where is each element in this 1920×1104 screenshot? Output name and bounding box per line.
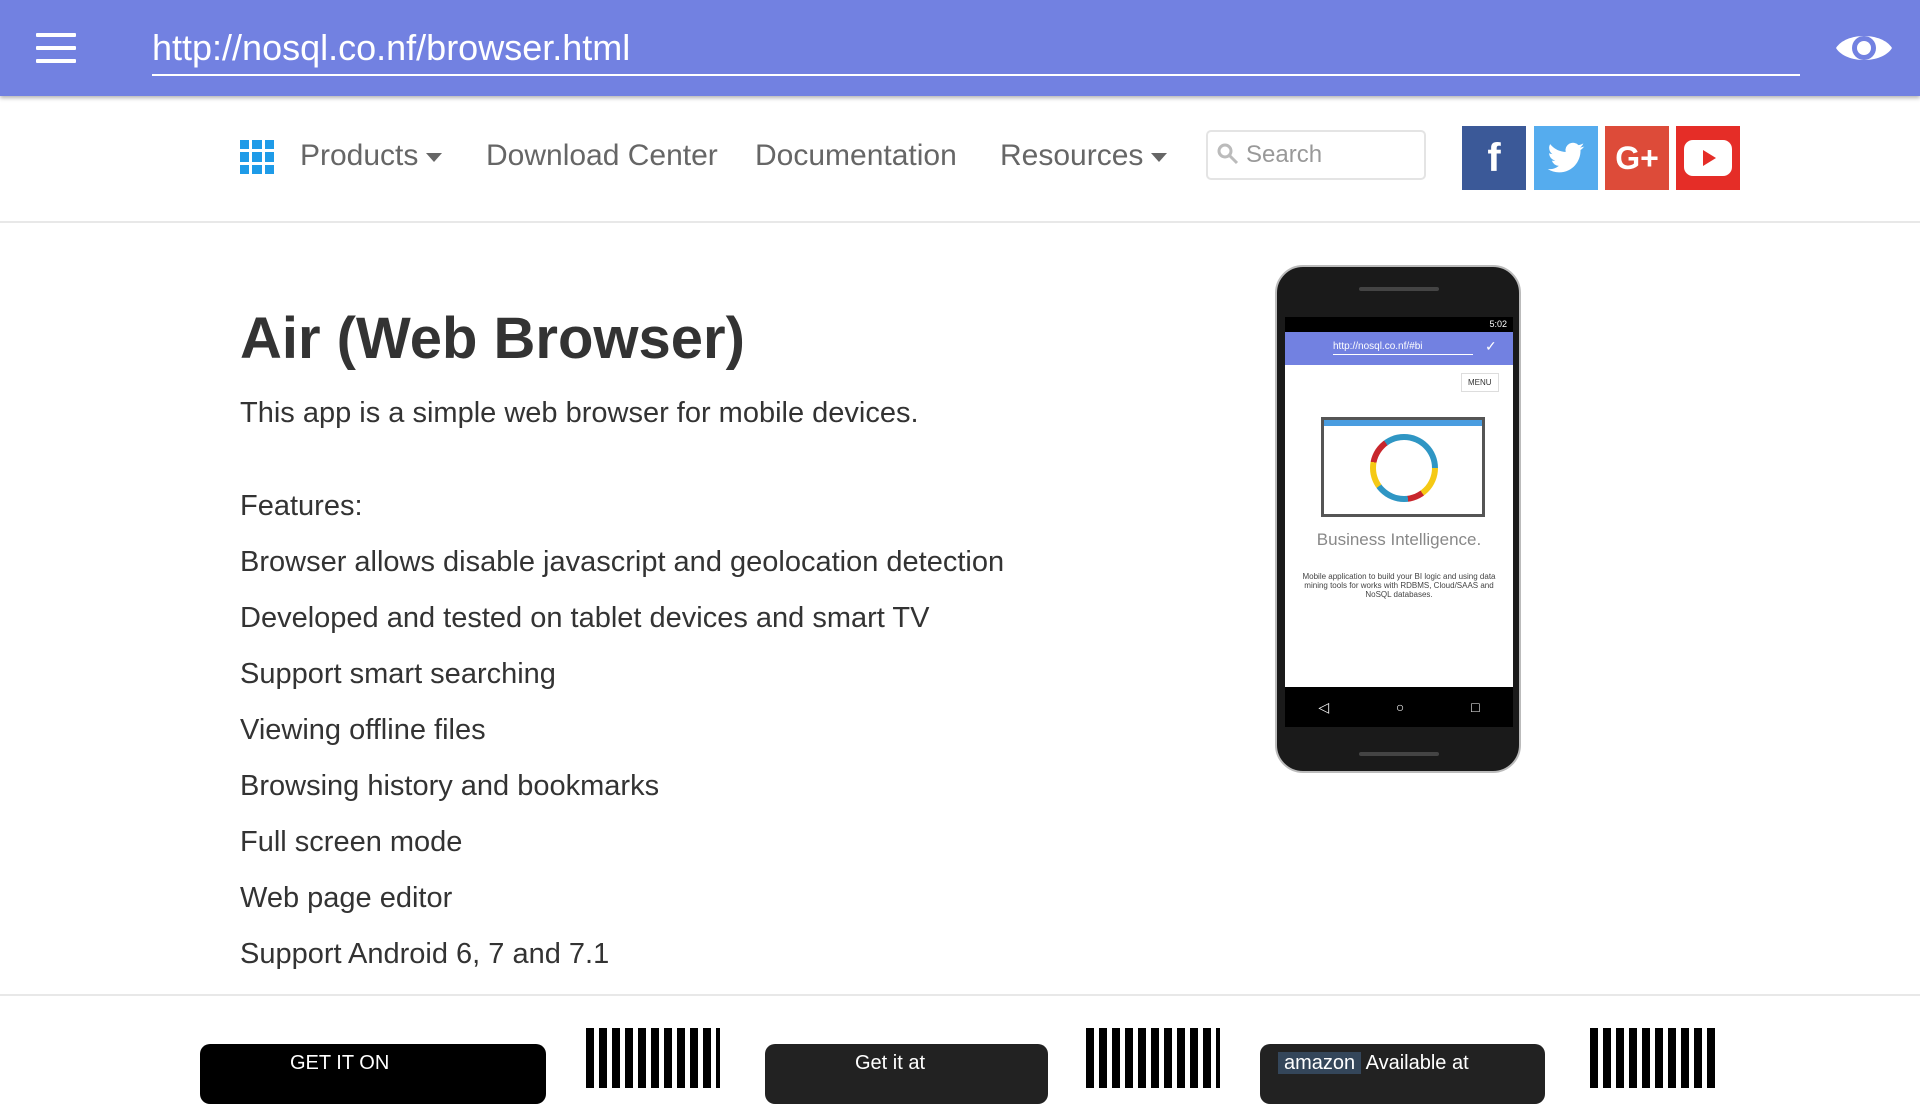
caret-down-icon xyxy=(1151,152,1168,162)
nav-resources-label: Resources xyxy=(1000,139,1144,172)
nav-resources[interactable]: Resources xyxy=(1000,132,1168,180)
nav-products-label: Products xyxy=(300,139,419,172)
phone-nav-bar: ◁ ○ □ xyxy=(1285,687,1513,727)
amazon-badge[interactable]: amazon Available at xyxy=(1260,1044,1545,1104)
amazon-text: Available at xyxy=(1365,1052,1469,1074)
feature-item: Viewing offline files xyxy=(240,714,486,746)
divider xyxy=(0,994,1920,996)
nav-products[interactable]: Products xyxy=(300,132,443,180)
phone-desc: Mobile application to build your BI logi… xyxy=(1302,572,1496,599)
phone-screenshot: 5:02 http://nosql.co.nf/#bi ✓ MENU Busin… xyxy=(1275,265,1521,773)
phone-url: http://nosql.co.nf/#bi xyxy=(1333,340,1473,355)
subtitle: This app is a simple web browser for mob… xyxy=(240,397,919,429)
url-field[interactable]: http://nosql.co.nf/browser.html xyxy=(152,24,1800,76)
feature-item: Browsing history and bookmarks xyxy=(240,770,660,802)
blackberry-text: Get it at xyxy=(855,1052,926,1074)
google-play-badge[interactable]: GET IT ON xyxy=(200,1044,546,1104)
feature-item: Browser allows disable javascript and ge… xyxy=(240,546,1005,578)
search-placeholder: Search xyxy=(1246,141,1323,168)
caret-down-icon xyxy=(426,152,443,162)
nav-download-center[interactable]: Download Center xyxy=(486,132,718,180)
check-icon: ✓ xyxy=(1485,338,1497,354)
search-input[interactable]: Search xyxy=(1206,130,1426,180)
features-label: Features: xyxy=(240,490,363,522)
facebook-icon[interactable]: f xyxy=(1462,126,1526,190)
feature-item: Full screen mode xyxy=(240,826,463,858)
nav-documentation[interactable]: Documentation xyxy=(755,132,957,180)
google-plus-icon[interactable]: G+ xyxy=(1605,126,1669,190)
twitter-icon[interactable] xyxy=(1534,126,1598,190)
hamburger-icon[interactable] xyxy=(36,33,76,63)
browser-toolbar: http://nosql.co.nf/browser.html xyxy=(0,0,1920,96)
phone-heading: Business Intelligence. xyxy=(1316,530,1482,549)
feature-item: Developed and tested on tablet devices a… xyxy=(240,602,930,634)
qr-code xyxy=(1590,1028,1716,1088)
blackberry-badge[interactable]: Get it at xyxy=(765,1044,1048,1104)
phone-menu: MENU xyxy=(1461,373,1499,392)
feature-item: Support smart searching xyxy=(240,658,556,690)
divider xyxy=(0,221,1920,223)
youtube-icon[interactable] xyxy=(1676,126,1740,190)
search-icon xyxy=(1217,143,1239,165)
eye-icon[interactable] xyxy=(1834,24,1894,72)
amazon-logo: amazon xyxy=(1278,1052,1362,1074)
google-play-text: GET IT ON xyxy=(290,1052,390,1074)
tv-illustration xyxy=(1321,417,1485,517)
page-title: Air (Web Browser) xyxy=(240,306,745,371)
qr-code xyxy=(1086,1028,1220,1088)
apps-grid-icon[interactable] xyxy=(240,140,274,174)
feature-item: Web page editor xyxy=(240,882,453,914)
phone-time: 5:02 xyxy=(1285,317,1513,332)
feature-item: Support Android 6, 7 and 7.1 xyxy=(240,938,610,970)
qr-code xyxy=(586,1028,720,1088)
